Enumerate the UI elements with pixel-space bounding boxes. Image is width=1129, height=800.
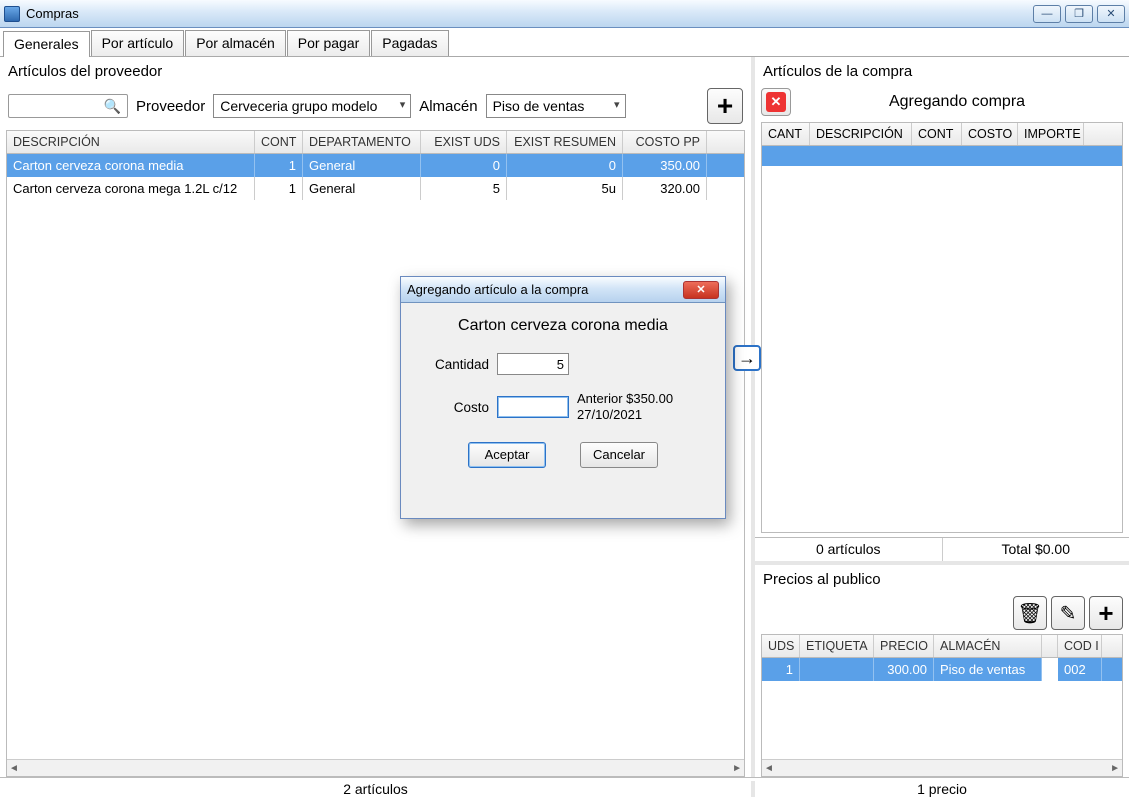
window-title: Compras	[26, 6, 1033, 21]
purchase-article-count: 0 artículos	[755, 538, 943, 561]
table-row[interactable]: Carton cerveza corona mega 1.2L c/12 1 G…	[7, 177, 744, 200]
provider-search-input[interactable]: 🔍	[8, 94, 128, 118]
purchase-title: Agregando compra	[791, 93, 1123, 111]
col-etiqueta[interactable]: ETIQUETA	[800, 635, 874, 657]
col-cod[interactable]: COD I	[1058, 635, 1102, 657]
warehouse-combo-value: Piso de ventas	[493, 98, 585, 114]
tab-pagadas[interactable]: Pagadas	[371, 30, 448, 56]
col-departamento[interactable]: DEPARTAMENTO	[303, 131, 421, 153]
close-icon: ✕	[766, 92, 786, 112]
col-costo[interactable]: COSTO	[962, 123, 1018, 145]
trash-icon: 🗑	[1017, 601, 1042, 626]
add-article-dialog: Agregando artículo a la compra ✕ Carton …	[400, 276, 726, 519]
cost-label: Costo	[419, 400, 489, 415]
accept-button[interactable]: Aceptar	[468, 442, 546, 468]
purchase-empty-row[interactable]	[762, 146, 1122, 166]
provider-section-label: Artículos del proveedor	[0, 57, 751, 84]
warehouse-combo[interactable]: Piso de ventas	[486, 94, 626, 118]
window-minimize-button[interactable]: —	[1033, 5, 1061, 23]
left-status: 2 artículos	[0, 781, 755, 797]
qty-label: Cantidad	[419, 357, 489, 372]
app-icon	[4, 6, 20, 22]
cancel-button[interactable]: Cancelar	[580, 442, 658, 468]
main-tabs: Generales Por artículo Por almacén Por p…	[0, 28, 1129, 57]
col-importe[interactable]: IMPORTE	[1018, 123, 1084, 145]
delete-price-button[interactable]: 🗑	[1013, 596, 1047, 630]
dialog-close-button[interactable]: ✕	[683, 281, 719, 299]
col-uds[interactable]: UDS	[762, 635, 800, 657]
tab-por-almacen[interactable]: Por almacén	[185, 30, 286, 56]
col-cont[interactable]: CONT	[912, 123, 962, 145]
window-maximize-button[interactable]: ❐	[1065, 5, 1093, 23]
plus-icon: +	[1098, 598, 1113, 629]
col-costo-pp[interactable]: COSTO PP	[623, 131, 707, 153]
cost-input[interactable]	[497, 396, 569, 418]
col-cant[interactable]: CANT	[762, 123, 810, 145]
window-titlebar: Compras — ❐ ✕	[0, 0, 1129, 28]
grid-hscroll[interactable]: ◄►	[7, 759, 744, 776]
table-row[interactable]: Carton cerveza corona media 1 General 0 …	[7, 154, 744, 177]
qty-input[interactable]	[497, 353, 569, 375]
window-close-button[interactable]: ✕	[1097, 5, 1125, 23]
add-price-button[interactable]: +	[1089, 596, 1123, 630]
purchase-total: Total $0.00	[943, 538, 1129, 561]
prices-section-label: Precios al publico	[755, 565, 1129, 592]
col-descripcion[interactable]: DESCRIPCIÓN	[810, 123, 912, 145]
col-blank[interactable]	[1042, 635, 1058, 657]
col-descripcion[interactable]: DESCRIPCIÓN	[7, 131, 255, 153]
col-exist-uds[interactable]: EXIST UDS	[421, 131, 507, 153]
search-icon: 🔍	[104, 98, 121, 115]
warehouse-label: Almacén	[419, 98, 477, 115]
arrow-right-icon: →	[738, 348, 756, 369]
table-row[interactable]: 1 300.00 Piso de ventas 002	[762, 658, 1122, 681]
tab-por-pagar[interactable]: Por pagar	[287, 30, 370, 56]
edit-price-button[interactable]: ✎	[1051, 596, 1085, 630]
previous-cost-info: Anterior $350.00 27/10/2021	[577, 391, 673, 424]
pencil-icon: ✎	[1060, 601, 1077, 626]
add-provider-article-button[interactable]: +	[707, 88, 743, 124]
col-exist-resumen[interactable]: EXIST RESUMEN	[507, 131, 623, 153]
dialog-title: Agregando artículo a la compra	[407, 282, 683, 297]
col-cont[interactable]: CONT	[255, 131, 303, 153]
tab-por-articulo[interactable]: Por artículo	[91, 30, 185, 56]
provider-combo[interactable]: Cerveceria grupo modelo	[213, 94, 411, 118]
tab-generales[interactable]: Generales	[3, 31, 90, 57]
purchase-section-label: Artículos de la compra	[755, 57, 1129, 84]
dialog-article-name: Carton cerveza corona media	[419, 317, 707, 335]
grid-hscroll[interactable]: ◄►	[762, 759, 1122, 776]
provider-label: Proveedor	[136, 98, 205, 115]
provider-combo-value: Cerveceria grupo modelo	[220, 98, 377, 114]
col-almacen[interactable]: ALMACÉN	[934, 635, 1042, 657]
purchase-grid[interactable]: CANT DESCRIPCIÓN CONT COSTO IMPORTE	[761, 122, 1123, 533]
transfer-arrow-button[interactable]: →	[733, 345, 761, 371]
cancel-purchase-button[interactable]: ✕	[761, 88, 791, 116]
prices-grid[interactable]: UDS ETIQUETA PRECIO ALMACÉN COD I 1 300.…	[761, 634, 1123, 777]
right-status: 1 precio	[755, 781, 1129, 797]
col-precio[interactable]: PRECIO	[874, 635, 934, 657]
